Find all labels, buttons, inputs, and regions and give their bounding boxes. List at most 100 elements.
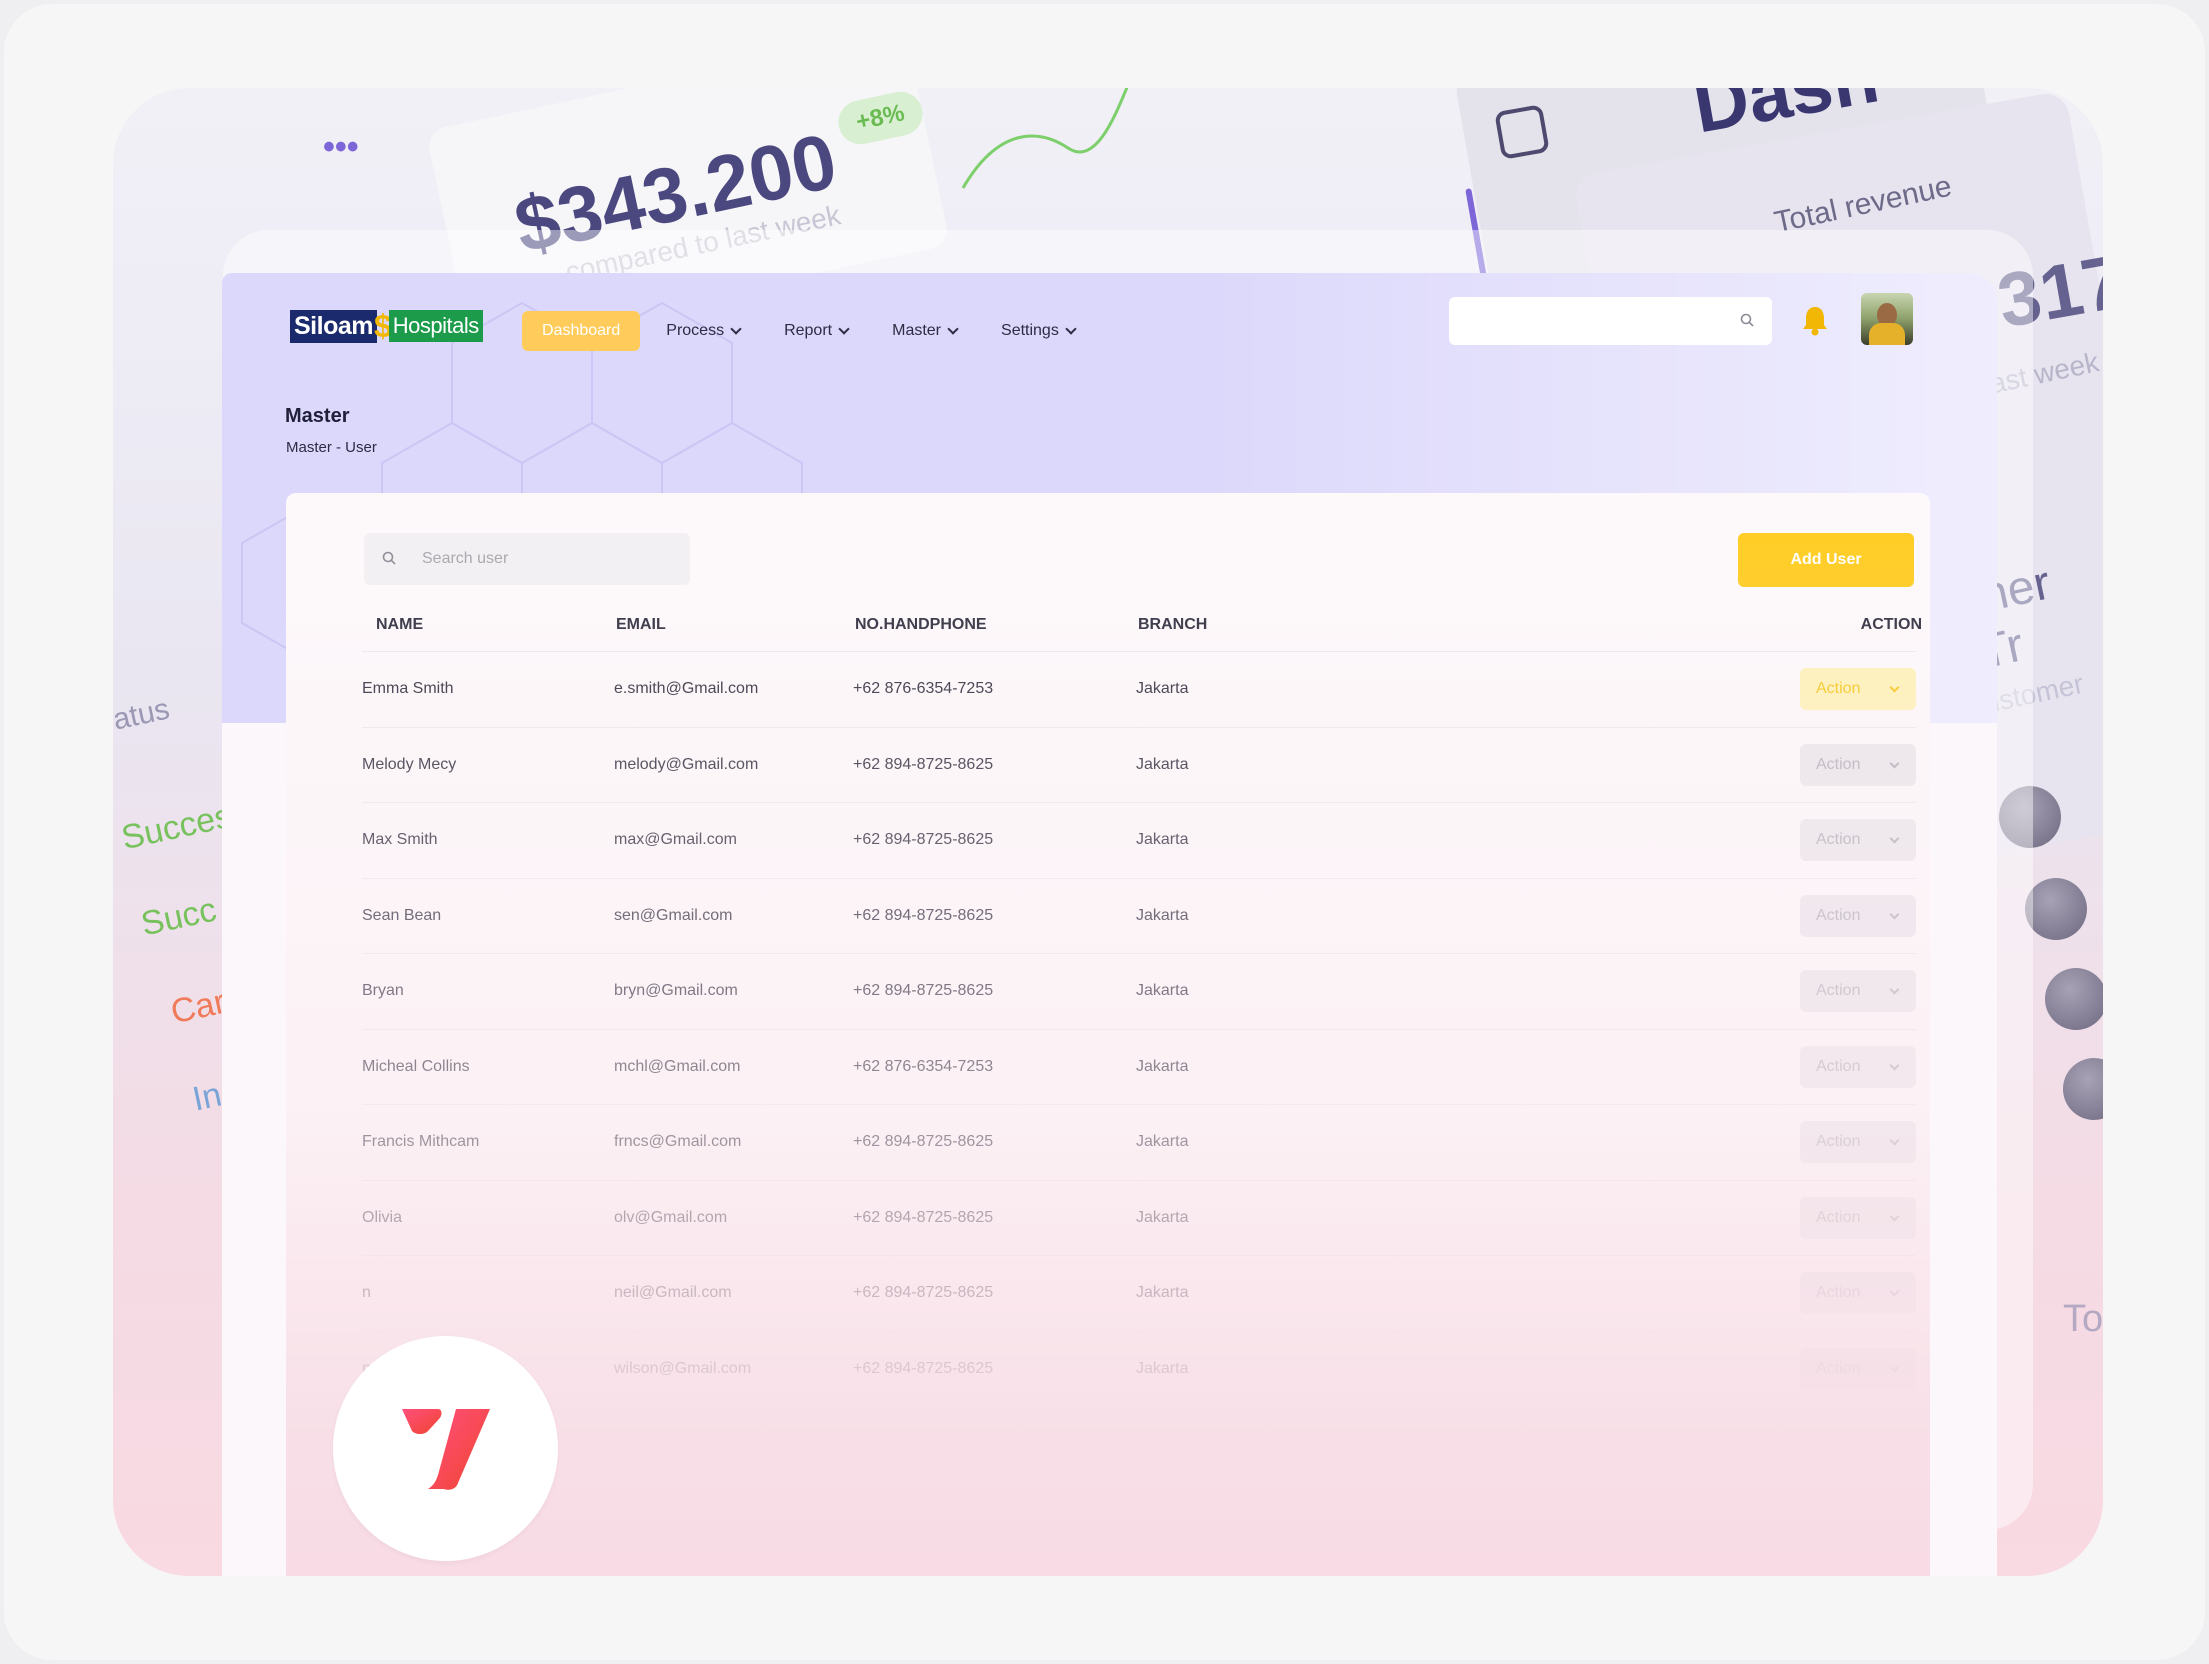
chevron-down-icon xyxy=(1065,323,1077,335)
bg-status-in: In xyxy=(189,1075,225,1119)
siloam-logo[interactable]: Siloam $ Hospitals xyxy=(290,308,483,344)
action-dropdown[interactable]: Action xyxy=(1800,819,1916,861)
home-icon xyxy=(1494,104,1550,160)
cell-name: Sean Bean xyxy=(362,906,442,924)
search-user-field[interactable] xyxy=(364,533,690,585)
action-label: Action xyxy=(1816,1284,1861,1301)
table-row[interactable]: Max Smith max@Gmail.com +62 894-8725-8625 J… xyxy=(362,802,1916,877)
logo-hospitals-text: Hospitals xyxy=(388,310,483,342)
action-dropdown[interactable]: Action xyxy=(1800,970,1916,1012)
action-label: Action xyxy=(1816,1133,1861,1150)
chevron-down-icon xyxy=(838,323,850,335)
table-row[interactable]: nwilson@Gmail.com+62 894-8725-8625Jakart… xyxy=(362,1330,1916,1406)
cell-email: melody@Gmail.com xyxy=(614,755,759,773)
action-dropdown[interactable]: Action xyxy=(1800,894,1916,937)
bg-to-text: To xyxy=(2063,1298,2103,1340)
table-row[interactable]: Bryan bryn@Gmail.com +62 894-8725-8625 Jaka… xyxy=(362,953,1916,1028)
cell-phone: +62 894-8725-8625 xyxy=(853,831,994,848)
bg-dots: ••• xyxy=(323,128,359,166)
main-nav: Dashboard Process Report Master Settings xyxy=(522,311,1101,351)
cell-branch: Jakarta xyxy=(1136,755,1189,773)
action-label: Action xyxy=(1816,1057,1861,1075)
cell-phone: +62 876-6354-7253 xyxy=(853,680,994,697)
action-label: Action xyxy=(1816,982,1861,999)
brand-badge xyxy=(333,1336,558,1561)
cell-phone: +62 894-8725-8625 xyxy=(853,1208,994,1226)
cell-phone: +62 894-8725-8625 xyxy=(853,982,994,999)
nav-settings[interactable]: Settings xyxy=(983,311,1093,351)
action-dropdown[interactable]: Action xyxy=(1800,1196,1916,1239)
column-header-phone: NO.HANDPHONE xyxy=(855,616,987,633)
nav-report[interactable]: Report xyxy=(766,311,866,351)
breadcrumb: Master - User xyxy=(286,439,377,456)
search-user-input[interactable] xyxy=(422,533,672,585)
chevron-down-icon xyxy=(1889,1135,1900,1146)
cell-branch: Jakarta xyxy=(1136,906,1189,924)
action-dropdown[interactable]: Action xyxy=(1800,1272,1916,1314)
table-row[interactable]: Francis Mithcam frncs@Gmail.com +62 894-87… xyxy=(362,1104,1916,1179)
search-icon xyxy=(1740,313,1754,327)
nav-label: Settings xyxy=(1001,322,1059,339)
cell-branch: Jakarta xyxy=(1136,680,1189,697)
bg-customer-avatar xyxy=(2025,878,2087,940)
add-user-button[interactable]: Add User xyxy=(1738,533,1914,587)
cell-phone: +62 894-8725-8625 xyxy=(853,1133,994,1150)
cell-name: Emma Smith xyxy=(362,680,454,697)
table-row[interactable]: Olivia olv@Gmail.com +62 894-8725-8625 Jaka… xyxy=(362,1179,1916,1255)
bg-status-text: atus xyxy=(113,692,173,737)
cell-phone: +62 894-8725-8625 xyxy=(853,755,994,773)
logo-siloam-text: Siloam xyxy=(290,309,377,343)
action-label: Action xyxy=(1816,1359,1861,1377)
cell-branch: Jakarta xyxy=(1136,1208,1189,1226)
cell-email: neil@Gmail.com xyxy=(614,1284,732,1301)
table-row[interactable]: Emma Smith e.smith@Gmail.com +62 876-6354-… xyxy=(362,651,1916,726)
action-label: Action xyxy=(1816,831,1861,848)
search-icon xyxy=(382,551,396,565)
showcase-frame: ••• $343.200 +8% compared to last week D… xyxy=(113,88,2103,1576)
table-row[interactable]: Melody Mecy melody@Gmail.com +62 894-8725-… xyxy=(362,726,1916,802)
user-avatar[interactable] xyxy=(1861,293,1913,345)
cell-name: n xyxy=(362,1284,371,1301)
action-dropdown[interactable]: Action xyxy=(1800,1121,1916,1163)
nav-label: Dashboard xyxy=(542,322,621,339)
cell-name: Micheal Collins xyxy=(362,1057,470,1075)
cell-email: frncs@Gmail.com xyxy=(614,1133,742,1150)
cell-name: Bryan xyxy=(362,982,404,999)
chevron-down-icon xyxy=(730,323,742,335)
nav-label: Report xyxy=(784,322,833,339)
cell-phone: +62 894-8725-8625 xyxy=(853,1359,994,1377)
action-dropdown[interactable]: Action xyxy=(1800,1045,1916,1088)
action-label: Action xyxy=(1816,1208,1861,1226)
nav-process[interactable]: Process xyxy=(648,311,758,351)
chevron-down-icon xyxy=(1889,682,1900,693)
column-header-branch: BRANCH xyxy=(1138,616,1208,633)
nav-label: Process xyxy=(666,322,725,339)
bg-customer-avatar xyxy=(2045,968,2103,1030)
bell-icon[interactable] xyxy=(1800,305,1830,337)
chevron-down-icon xyxy=(1889,984,1900,995)
cell-phone: +62 894-8725-8625 xyxy=(853,1284,994,1301)
table-row[interactable]: Micheal Collins mchl@Gmail.com +62 876-635… xyxy=(362,1028,1916,1104)
cell-email: mchl@Gmail.com xyxy=(614,1057,741,1075)
action-dropdown[interactable]: Action xyxy=(1800,743,1916,786)
chevron-down-icon xyxy=(1889,1362,1900,1372)
nav-master[interactable]: Master xyxy=(874,311,975,351)
cell-branch: Jakarta xyxy=(1136,1057,1189,1075)
bg-sparkline xyxy=(961,88,1129,189)
cell-phone: +62 876-6354-7253 xyxy=(853,1057,994,1075)
action-dropdown[interactable]: Action xyxy=(1800,668,1916,710)
cell-email: wilson@Gmail.com xyxy=(614,1359,752,1377)
global-search-input[interactable] xyxy=(1449,297,1772,345)
topbar: Siloam $ Hospitals Dashboard Process Rep… xyxy=(222,273,1997,373)
bg-status-success: Succ xyxy=(137,890,220,944)
nav-dashboard[interactable]: Dashboard xyxy=(522,311,641,351)
cell-phone: +62 894-8725-8625 xyxy=(853,906,994,924)
cell-branch: Jakarta xyxy=(1136,1359,1189,1377)
cell-branch: Jakarta xyxy=(1136,831,1189,848)
cell-name: Max Smith xyxy=(362,831,438,848)
table-row[interactable]: Sean Bean sen@Gmail.com +62 894-8725-8625 J… xyxy=(362,877,1916,953)
page-title: Master xyxy=(285,405,350,427)
action-dropdown[interactable]: Action xyxy=(1800,1347,1916,1390)
column-header-name: NAME xyxy=(376,616,424,633)
table-row[interactable]: n neil@Gmail.com +62 894-8725-8625 Jakarta A… xyxy=(362,1255,1916,1330)
